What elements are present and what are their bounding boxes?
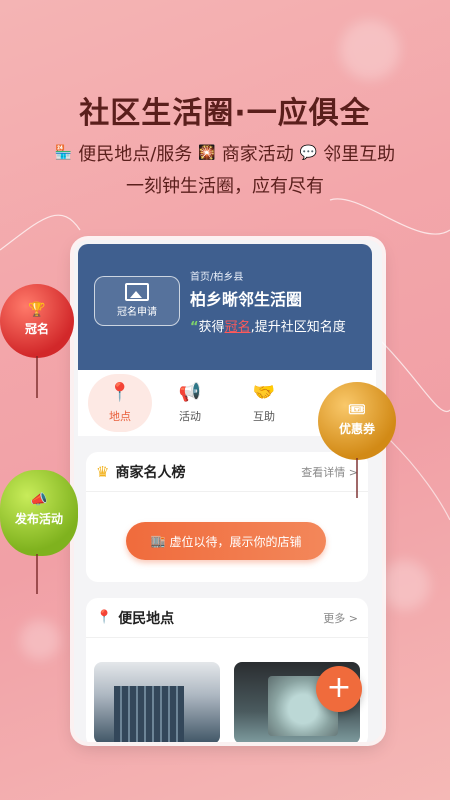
tab-label: 地点	[109, 410, 131, 423]
location-pin-icon: 📍	[96, 610, 113, 625]
balloon-string	[36, 554, 38, 594]
balloon-string	[36, 356, 38, 398]
crown-icon: ♛	[96, 462, 110, 481]
trophy-icon: 🏆	[28, 302, 46, 318]
banner-slogan: “获得冠名,提升社区知名度	[190, 316, 346, 335]
card-header: ♛ 商家名人榜 查看详情 >	[86, 452, 368, 492]
feature-text: 商家活动	[221, 144, 294, 165]
add-button[interactable]: +	[316, 666, 362, 712]
tab-label: 互助	[253, 410, 275, 423]
showcase-shop-button[interactable]: 🏬 虚位以待，展示你的店铺	[126, 522, 326, 560]
crown-apply-label: 冠名申请	[117, 307, 157, 318]
image-icon	[125, 283, 149, 301]
handshake-icon: 🤝	[252, 382, 276, 403]
phone-mockup: 冠名申请 首页/柏乡县 柏乡晰邻生活圈 “获得冠名,提升社区知名度 📍 地点 📢…	[74, 240, 382, 742]
card-header: 📍 便民地点 更多 >	[86, 598, 368, 638]
promo-tagline: 一刻钟生活圈，应有尽有	[126, 176, 324, 197]
balloon-label: 优惠券	[338, 422, 375, 436]
balloon-label: 冠名	[24, 322, 49, 336]
merchant-ranking-card: ♛ 商家名人榜 查看详情 > 🏬 虚位以待，展示你的店铺	[86, 452, 368, 582]
storefront-icon: 🏬	[150, 534, 166, 548]
shop-icon: 🏪	[54, 145, 73, 161]
publish-activity-balloon[interactable]: 📣 发布活动	[0, 470, 78, 556]
crown-apply-button[interactable]: 冠名申请	[94, 276, 180, 326]
more-link[interactable]: 更多 >	[323, 610, 358, 626]
slogan-prefix: 获得	[198, 320, 225, 335]
place-photo[interactable]	[94, 662, 220, 742]
balloon-string	[356, 458, 358, 498]
location-pin-icon: 📍	[108, 382, 132, 403]
card-title: 便民地点	[118, 610, 175, 627]
megaphone-icon: 📣	[30, 492, 48, 508]
card-title: 商家名人榜	[115, 464, 186, 481]
tab-activity[interactable]: 📢 活动	[158, 374, 222, 432]
bokeh-decoration	[20, 620, 60, 660]
quote-mark: “	[190, 320, 199, 335]
feature-text: 邻里互助	[323, 144, 396, 165]
coupon-balloon[interactable]: 🎟 优惠券	[318, 382, 396, 460]
ticket-icon: 🎟	[348, 402, 366, 418]
tab-mutual-help[interactable]: 🤝 互助	[232, 374, 296, 432]
crown-balloon[interactable]: 🏆 冠名	[0, 284, 74, 358]
tab-label: 活动	[179, 410, 201, 423]
promo-features: 🏪 便民地点/服务 🎇 商家活动 💬 邻里互助	[0, 140, 450, 166]
slogan-suffix: ,提升社区知名度	[250, 320, 346, 335]
page-title: 柏乡晰邻生活圈	[190, 290, 303, 309]
slogan-highlight: 冠名	[224, 320, 251, 335]
balloon-label: 发布活动	[14, 512, 63, 526]
view-details-link[interactable]: 查看详情 >	[301, 464, 358, 480]
feature-text: 便民地点/服务	[78, 144, 193, 165]
megaphone-icon: 📢	[178, 382, 202, 403]
bokeh-decoration	[340, 20, 400, 80]
promo-headline: 社区生活圈·一应俱全	[79, 96, 371, 131]
cta-label: 虚位以待，展示你的店铺	[169, 534, 302, 549]
firework-icon: 🎇	[198, 145, 216, 161]
chat-bubble-icon: 💬	[299, 145, 318, 161]
bokeh-decoration	[380, 560, 430, 610]
breadcrumb[interactable]: 首页/柏乡县	[190, 268, 243, 283]
tab-location[interactable]: 📍 地点	[88, 374, 152, 432]
community-banner: 冠名申请 首页/柏乡县 柏乡晰邻生活圈 “获得冠名,提升社区知名度	[78, 244, 372, 372]
